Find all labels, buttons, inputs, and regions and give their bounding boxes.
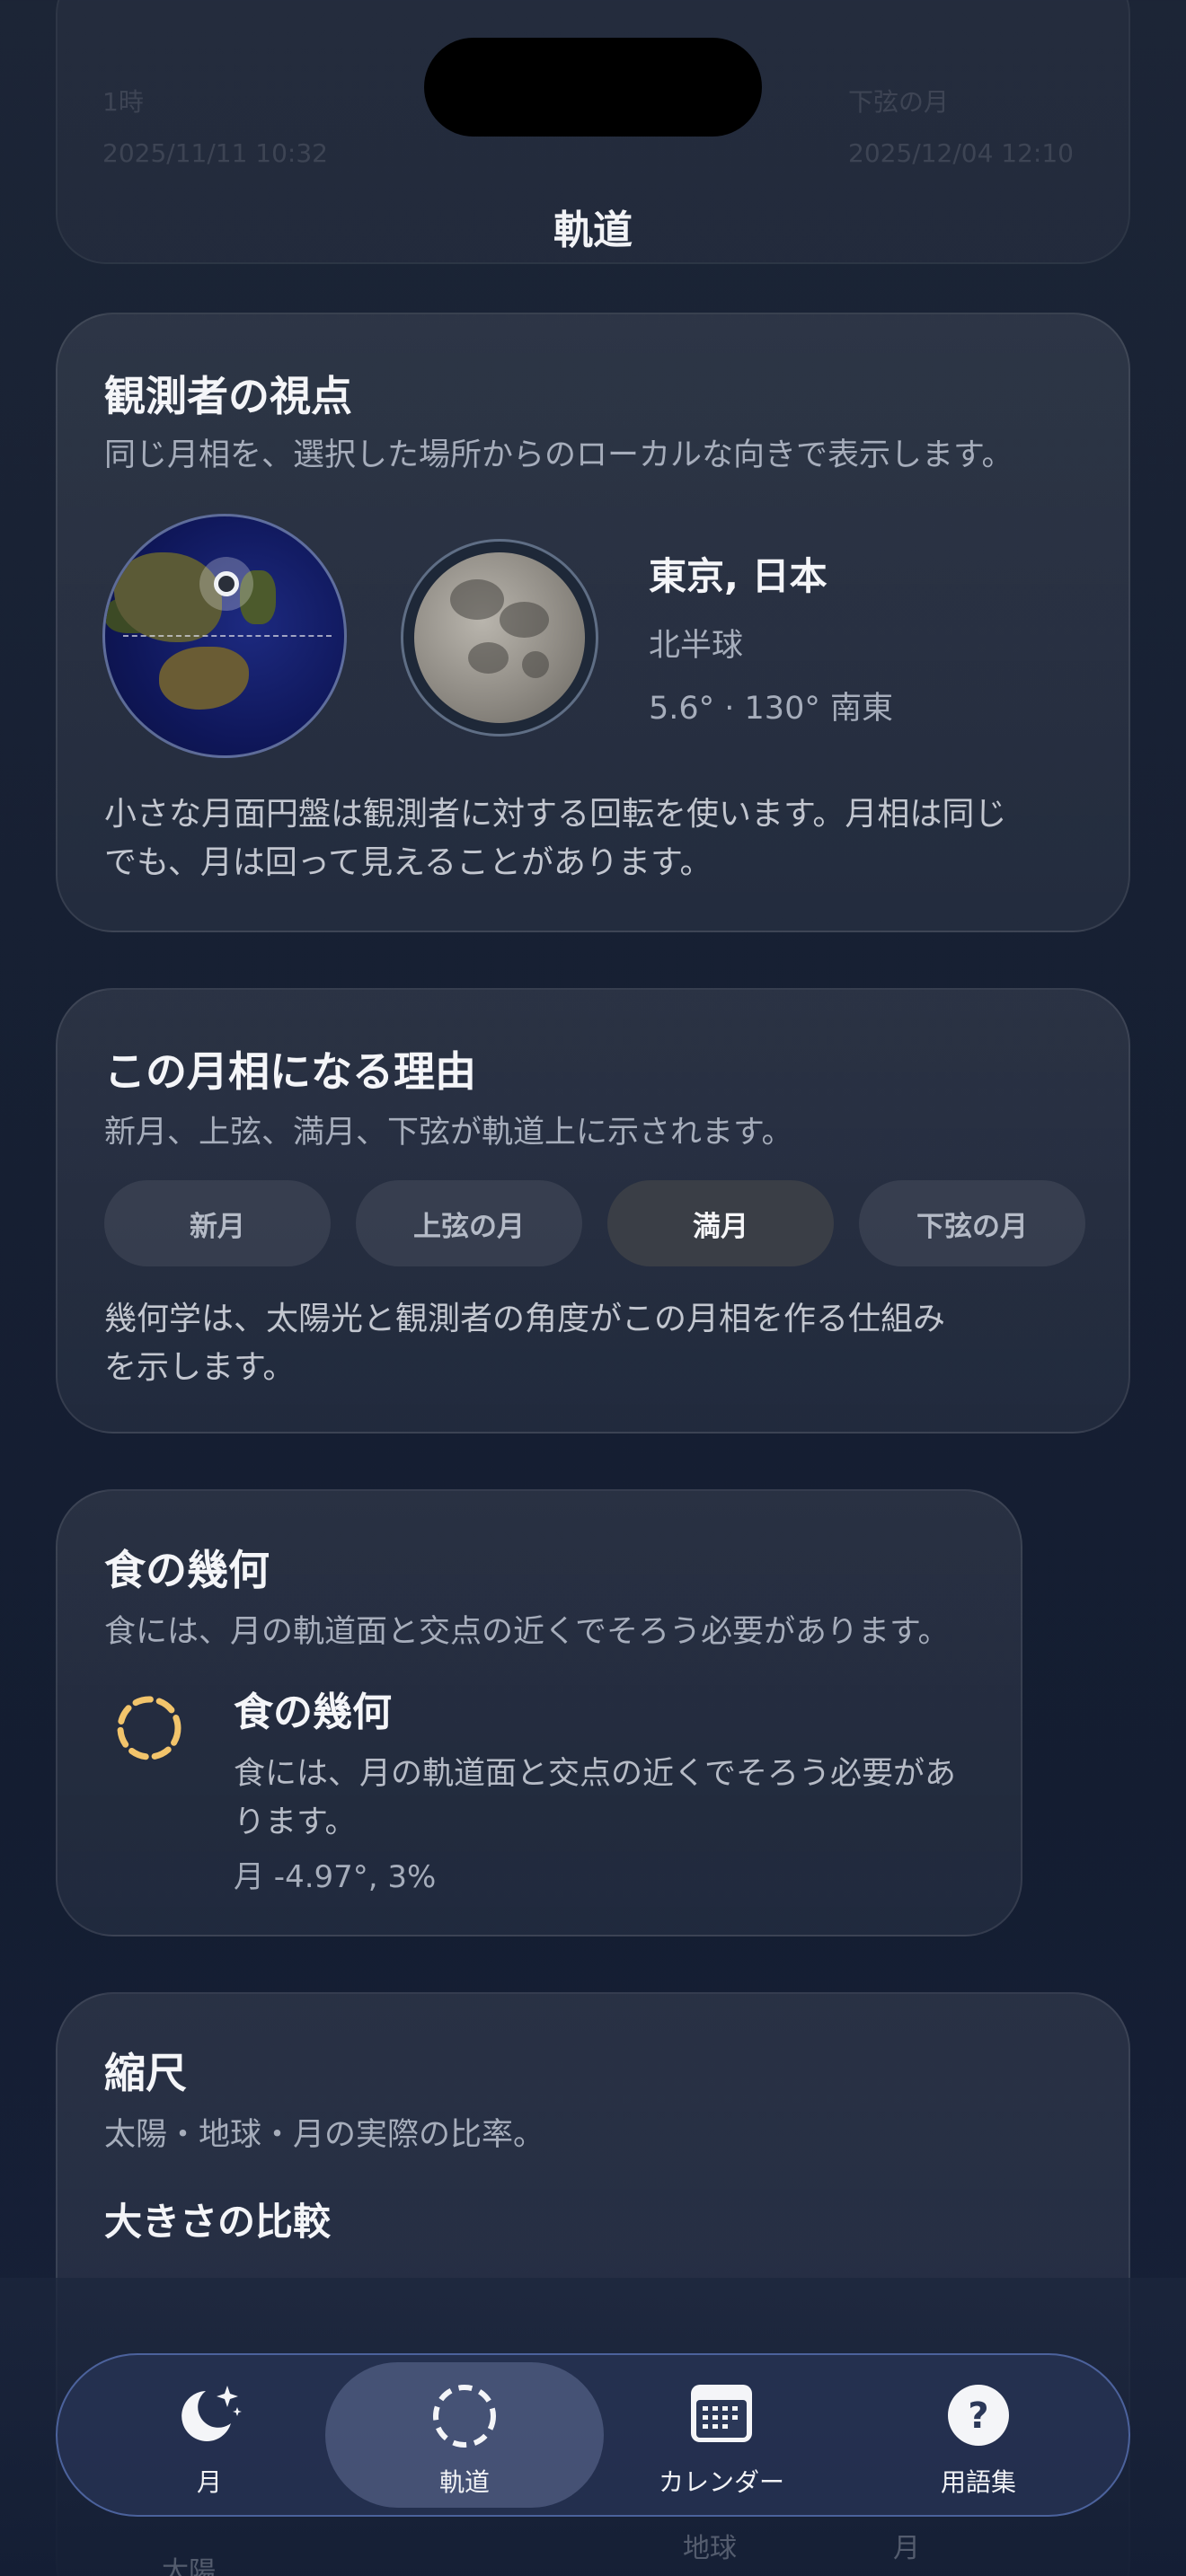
ghost-label: 1時 bbox=[102, 87, 144, 117]
phase-pill-full-moon[interactable]: 満月 bbox=[607, 1180, 834, 1266]
page-title: 軌道 bbox=[553, 207, 633, 253]
observer-card: 観測者の視点 同じ月相を、選択した場所からのローカルな向きで表示します。 東京,… bbox=[56, 313, 1130, 932]
eclipse-item-description: 食には、月の軌道面と交点の近くでそろう必要があります。 bbox=[234, 1756, 956, 1840]
phase-note: 幾何学は、太陽光と観測者の角度がこの月相を作る仕組み を示します。 bbox=[104, 1295, 945, 1392]
ghost-date: 2025/12/04 12:10 bbox=[848, 138, 1074, 168]
phase-pill-last-quarter[interactable]: 下弦の月 bbox=[859, 1180, 1085, 1266]
scale-label-earth: 地球 bbox=[683, 2533, 737, 2564]
tab-label: 用語集 bbox=[940, 2467, 1016, 2497]
ghost-date: 2025/11/11 10:32 bbox=[102, 138, 328, 168]
tab-glossary[interactable]: ? 用語集 bbox=[839, 2362, 1118, 2508]
tab-label: カレンダー bbox=[658, 2467, 784, 2497]
svg-text:?: ? bbox=[968, 2395, 988, 2437]
eclipse-item-title: 食の幾何 bbox=[234, 1689, 392, 1735]
tab-label: 軌道 bbox=[438, 2467, 490, 2497]
card-subtitle: 同じ月相を、選択した場所からのローカルな向きで表示します。 bbox=[104, 437, 1013, 473]
phase-selector: 新月 上弦の月 満月 下弦の月 bbox=[104, 1180, 1085, 1266]
scale-label-sun: 太陽 bbox=[162, 2556, 216, 2576]
earth-globe bbox=[102, 514, 347, 758]
size-comparison-title: 大きさの比較 bbox=[104, 2200, 332, 2244]
tab-label: 月 bbox=[196, 2467, 222, 2497]
card-title: 食の幾何 bbox=[104, 1546, 270, 1594]
card-title: 縮尺 bbox=[104, 2049, 187, 2097]
equator-line bbox=[123, 635, 332, 637]
calendar-icon bbox=[691, 2385, 752, 2442]
tab-moon[interactable]: 月 bbox=[70, 2362, 349, 2508]
note-line: 幾何学は、太陽光と観測者の角度がこの月相を作る仕組み bbox=[104, 1301, 946, 1337]
card-title: 観測者の視点 bbox=[104, 372, 352, 420]
note-line: でも、月は回って見えることがあります。 bbox=[104, 844, 712, 881]
phase-pill-new-moon[interactable]: 新月 bbox=[104, 1180, 331, 1266]
tab-calendar[interactable]: カレンダー bbox=[582, 2362, 861, 2508]
moon-disc bbox=[401, 539, 598, 737]
location-name: 東京, 日本 bbox=[649, 554, 828, 598]
dynamic-island bbox=[424, 38, 762, 137]
note-line: を示します。 bbox=[104, 1349, 296, 1386]
question-circle-icon: ? bbox=[948, 2385, 1009, 2446]
tab-bar: 月 軌道 カレンダー ? 用語集 bbox=[56, 2353, 1130, 2517]
card-subtitle: 食には、月の軌道面と交点の近くでそろう必要があります。 bbox=[104, 1614, 950, 1650]
dashed-circle-icon bbox=[433, 2385, 496, 2448]
moon-stars-icon bbox=[181, 2386, 242, 2441]
card-subtitle: 太陽・地球・月の実際の比率。 bbox=[104, 2117, 545, 2153]
phase-reason-card: この月相になる理由 新月、上弦、満月、下弦が軌道上に示されます。 新月 上弦の月… bbox=[56, 988, 1130, 1434]
observer-location-marker bbox=[214, 571, 239, 596]
eclipse-card: 食の幾何 食には、月の軌道面と交点の近くでそろう必要があります。 食の幾何 食に… bbox=[56, 1489, 1022, 1936]
moon-position: 5.6° · 130° 南東 bbox=[649, 691, 893, 727]
scale-label-moon: 月 bbox=[893, 2533, 920, 2564]
card-subtitle: 新月、上弦、満月、下弦が軌道上に示されます。 bbox=[104, 1115, 793, 1151]
observer-note: 小さな月面円盤は観測者に対する回転を使います。月相は同じ でも、月は回って見える… bbox=[104, 790, 1006, 887]
phase-pill-first-quarter[interactable]: 上弦の月 bbox=[356, 1180, 582, 1266]
hemisphere-label: 北半球 bbox=[649, 628, 744, 664]
card-title: この月相になる理由 bbox=[104, 1047, 476, 1096]
eclipse-item-value: 月 -4.97°, 3% bbox=[234, 1859, 437, 1895]
note-line: 小さな月面円盤は観測者に対する回転を使います。月相は同じ bbox=[104, 796, 1007, 833]
eclipse-ring-icon bbox=[117, 1696, 181, 1760]
ghost-label: 下弦の月 bbox=[848, 87, 950, 117]
tab-orbit[interactable]: 軌道 bbox=[325, 2362, 604, 2508]
